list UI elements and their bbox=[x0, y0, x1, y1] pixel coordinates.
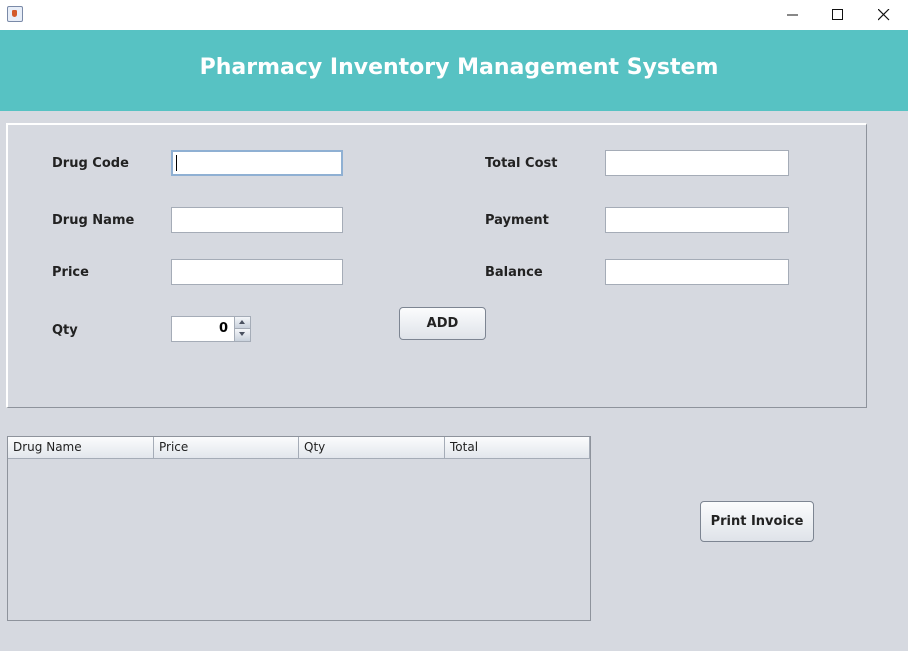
spinner-up-icon[interactable] bbox=[234, 317, 250, 329]
print-invoice-button[interactable]: Print Invoice bbox=[700, 501, 814, 542]
java-cup-icon bbox=[7, 6, 23, 22]
header-banner: Pharmacy Inventory Management System bbox=[0, 30, 908, 111]
price-field[interactable] bbox=[171, 259, 343, 285]
spinner-down-icon[interactable] bbox=[234, 329, 250, 341]
close-button[interactable] bbox=[861, 0, 907, 30]
items-table[interactable]: Drug Name Price Qty Total bbox=[7, 436, 591, 621]
column-header-qty[interactable]: Qty bbox=[299, 437, 445, 458]
drug-code-field[interactable] bbox=[171, 150, 343, 176]
text-caret bbox=[176, 155, 177, 171]
column-header-drug-name[interactable]: Drug Name bbox=[8, 437, 154, 458]
drug-name-label: Drug Name bbox=[52, 213, 135, 228]
price-label: Price bbox=[52, 265, 89, 280]
balance-label: Balance bbox=[485, 265, 543, 280]
qty-value[interactable]: 0 bbox=[219, 321, 228, 336]
payment-field[interactable] bbox=[605, 207, 789, 233]
total-cost-label: Total Cost bbox=[485, 156, 558, 171]
maximize-button[interactable] bbox=[815, 0, 861, 30]
window-titlebar bbox=[0, 0, 908, 30]
page-title: Pharmacy Inventory Management System bbox=[199, 55, 719, 80]
payment-label: Payment bbox=[485, 213, 549, 228]
close-icon bbox=[878, 9, 890, 21]
drug-name-field[interactable] bbox=[171, 207, 343, 233]
minimize-button[interactable] bbox=[770, 0, 816, 30]
total-cost-field[interactable] bbox=[605, 150, 789, 176]
qty-spinner[interactable]: 0 bbox=[171, 316, 251, 342]
maximize-icon bbox=[832, 9, 843, 20]
table-header: Drug Name Price Qty Total bbox=[8, 437, 590, 459]
column-header-total[interactable]: Total bbox=[445, 437, 590, 458]
column-header-price[interactable]: Price bbox=[154, 437, 299, 458]
minimize-icon bbox=[787, 14, 798, 16]
add-button[interactable]: ADD bbox=[399, 307, 486, 340]
qty-label: Qty bbox=[52, 323, 78, 338]
balance-field[interactable] bbox=[605, 259, 789, 285]
drug-code-label: Drug Code bbox=[52, 156, 129, 171]
